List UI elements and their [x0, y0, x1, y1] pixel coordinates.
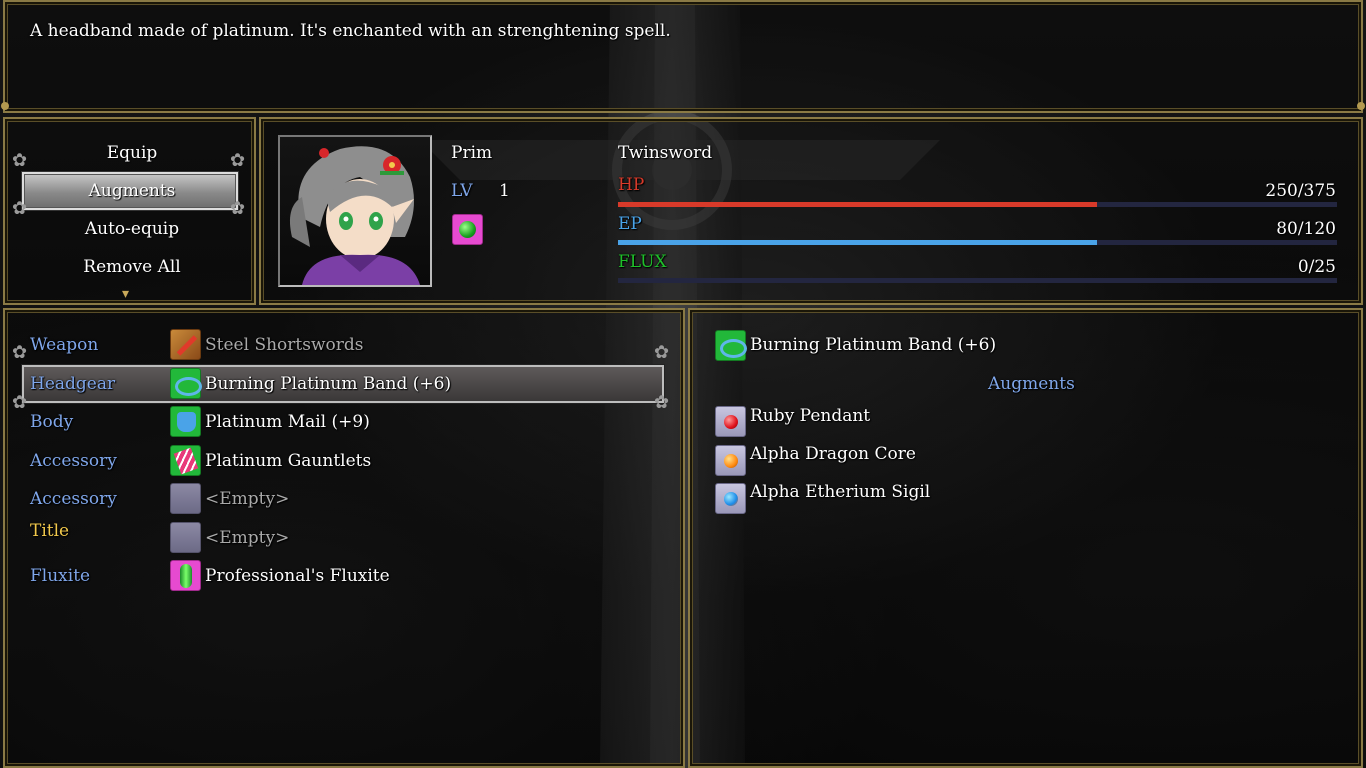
sword-icon: [170, 329, 201, 360]
ornament-flower-icon: ✿: [12, 342, 28, 363]
description-panel: [1, 0, 1365, 113]
augment-item-name: Burning Platinum Band (+6): [750, 335, 997, 355]
equipment-item-headgear[interactable]: Burning Platinum Band (+6): [205, 374, 451, 394]
equipment-item-accessory-2[interactable]: <Empty>: [205, 489, 289, 509]
ep-bar: [618, 240, 1337, 245]
character-portrait: [278, 135, 432, 287]
item-description: A headband made of platinum. It's enchan…: [30, 21, 671, 41]
flux-label: FLUX: [618, 252, 667, 272]
empty-slot-icon: [170, 483, 201, 514]
level-value: 1: [499, 181, 510, 201]
slot-label-accessory-1: Accessory: [30, 451, 117, 471]
headband-icon: [170, 368, 202, 399]
flux-value: 0/25: [1297, 257, 1336, 277]
slot-label-body: Body: [30, 412, 74, 432]
ornament-flower-icon: ✿: [12, 150, 28, 171]
augments-heading: Augments: [988, 374, 1075, 394]
hp-label: HP: [618, 175, 645, 195]
slot-label-headgear: Headgear: [30, 374, 116, 394]
augment-ruby-pendant[interactable]: Ruby Pendant: [750, 406, 870, 426]
ornament-flower-icon: ✿: [12, 198, 28, 219]
scroll-down-arrow-icon[interactable]: ▾: [122, 286, 129, 302]
hp-value: 250/375: [1265, 181, 1336, 201]
flux-bar: [618, 278, 1337, 283]
blue-gem-icon: [715, 483, 746, 514]
orange-gem-icon: [715, 445, 746, 476]
slot-label-weapon: Weapon: [30, 335, 99, 355]
ornament-flower-icon: ✿: [230, 198, 246, 219]
ornament-flower-icon: ✿: [654, 342, 670, 363]
command-remove-all[interactable]: Remove All: [8, 257, 256, 277]
augment-alpha-etherium-sigil[interactable]: Alpha Etherium Sigil: [750, 482, 930, 502]
command-auto-equip[interactable]: Auto-equip: [8, 219, 256, 239]
slot-label-title: Title: [30, 521, 70, 541]
gauntlet-icon: [170, 445, 201, 476]
ornament-flower-icon: ✿: [12, 392, 28, 413]
equipment-item-accessory-1[interactable]: Platinum Gauntlets: [205, 451, 371, 471]
armor-icon: [170, 406, 201, 437]
equipment-item-title[interactable]: <Empty>: [205, 528, 289, 548]
ep-label: EP: [618, 214, 642, 234]
ornament-flower-icon: ✿: [230, 150, 246, 171]
equipment-item-weapon[interactable]: Steel Shortswords: [205, 335, 363, 355]
slot-label-accessory-2: Accessory: [30, 489, 117, 509]
character-name: Prim: [451, 143, 493, 163]
fluxite-icon: [170, 560, 201, 591]
character-class: Twinsword: [618, 143, 713, 163]
slot-label-fluxite: Fluxite: [30, 566, 91, 586]
empty-slot-icon: [170, 522, 201, 553]
hp-bar: [618, 202, 1337, 207]
command-augments[interactable]: Augments: [8, 181, 256, 201]
equipment-item-body[interactable]: Platinum Mail (+9): [205, 412, 370, 432]
equipment-item-fluxite[interactable]: Professional's Fluxite: [205, 566, 390, 586]
ep-value: 80/120: [1276, 219, 1336, 239]
ruby-gem-icon: [715, 406, 746, 437]
command-equip[interactable]: Equip: [8, 143, 256, 163]
ornament-flower-icon: ✿: [654, 392, 670, 413]
level-label: LV: [451, 181, 473, 201]
augment-alpha-dragon-core[interactable]: Alpha Dragon Core: [750, 444, 916, 464]
headband-icon: [715, 330, 747, 361]
green-orb-icon: [452, 214, 483, 245]
